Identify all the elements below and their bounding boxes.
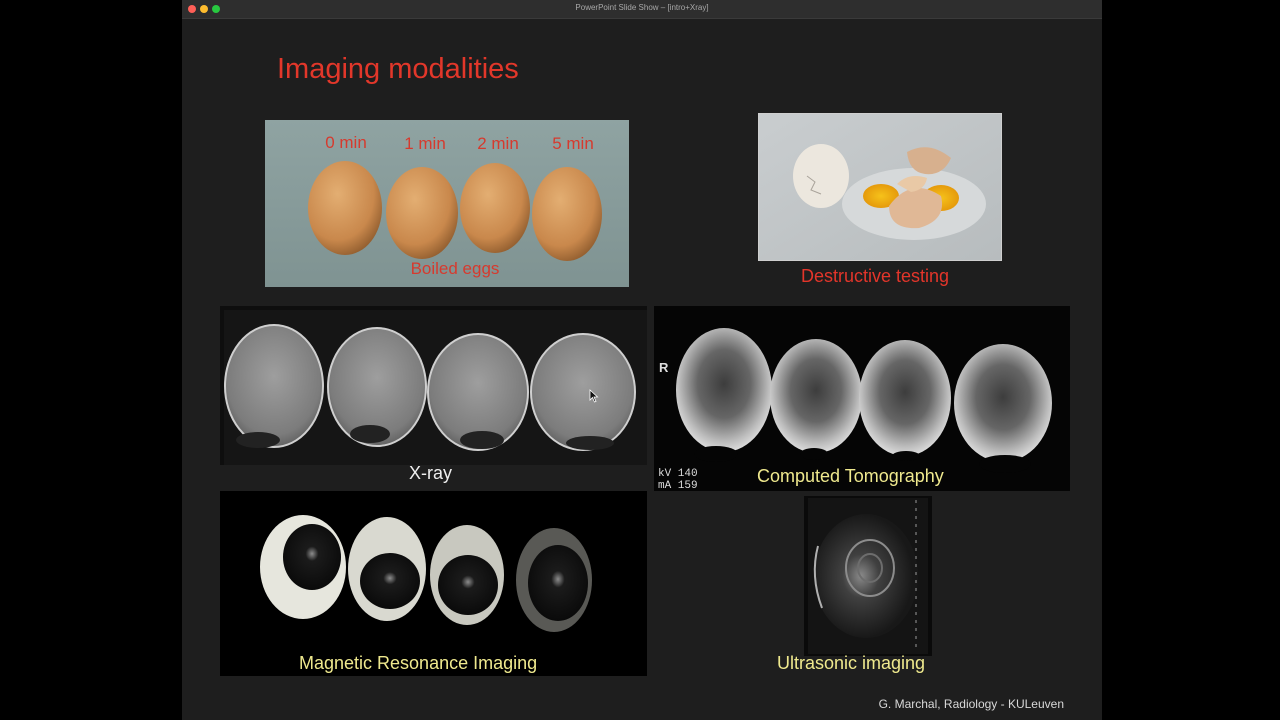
ct-caption: Computed Tomography [757, 466, 944, 486]
time-label-1: 1 min [404, 134, 446, 153]
time-label-0: 0 min [325, 133, 367, 152]
window-title: PowerPoint Slide Show – [intro+Xray] [575, 3, 709, 12]
time-label-3: 5 min [552, 134, 594, 153]
mri-image [220, 491, 647, 676]
slideshow-window: PowerPoint Slide Show – [intro+Xray] Ima… [182, 0, 1102, 720]
boiled-eggs-caption: Boiled eggs [411, 259, 500, 278]
slide[interactable]: Imaging modalities 0 min 1 min 2 min 5 m… [182, 19, 1102, 720]
mri-caption: Magnetic Resonance Imaging [299, 653, 538, 673]
time-label-2: 2 min [477, 134, 519, 153]
xray-caption: X-ray [409, 463, 453, 483]
xray-image [220, 306, 647, 465]
boiled-eggs-photo: 0 min 1 min 2 min 5 min Boiled eggs [265, 120, 629, 287]
ultrasound-image [804, 496, 932, 656]
mouse-pointer-icon [589, 389, 599, 403]
boiled-eggs-image: 0 min 1 min 2 min 5 min Boiled eggs [265, 120, 629, 287]
destructive-testing-image [759, 114, 1001, 260]
slide-footer: G. Marchal, Radiology - KULeuven [878, 697, 1064, 711]
ct-orientation-marker: R [659, 360, 669, 375]
ultrasound-caption: Ultrasonic imaging [777, 653, 926, 673]
destructive-testing-caption: Destructive testing [801, 266, 950, 286]
ct-param-kv: kV 140 [658, 468, 698, 480]
destructive-testing-photo [758, 113, 1002, 261]
ct-image: R kV 140 mA 159 [654, 306, 1070, 491]
slide-title: Imaging modalities [277, 53, 519, 85]
title-bar: PowerPoint Slide Show – [intro+Xray] [182, 0, 1102, 19]
ct-param-ma: mA 159 [658, 480, 698, 491]
